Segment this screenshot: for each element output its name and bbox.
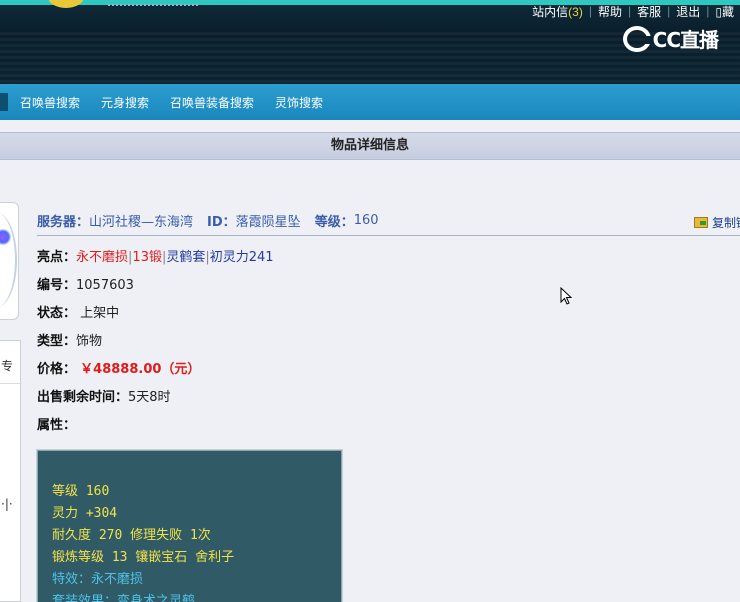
logout-link[interactable]: 退出: [670, 3, 706, 20]
nav-avatar-search[interactable]: 元身搜索: [101, 94, 149, 111]
copy-link-button[interactable]: 复制链: [693, 214, 740, 231]
level-label: 等级：: [314, 215, 354, 230]
price-label: 价格：: [37, 362, 77, 377]
left-side-panel: 专 ·|·: [0, 340, 22, 602]
search-nav: 召唤兽搜索 元身搜索 召唤兽装备搜索 灵饰搜索: [0, 84, 740, 120]
left-panel-divider: [0, 383, 22, 384]
service-link[interactable]: 客服: [631, 3, 667, 20]
type-row: 类型：饰物: [37, 330, 102, 349]
cc-live-watermark: CC直播: [622, 24, 719, 53]
nav-pet-search[interactable]: 召唤兽搜索: [20, 94, 80, 111]
attribute-line: 套装效果：变身术之灵鹤: [52, 594, 196, 602]
highlight-tag: 13锻: [132, 250, 162, 265]
nav-left-tab[interactable]: [0, 93, 8, 111]
favorite-link[interactable]: ▯藏: [709, 3, 740, 20]
help-link[interactable]: 帮助: [592, 3, 628, 20]
section-title: 物品详细信息: [0, 132, 740, 160]
attributes-row: 属性：: [37, 414, 76, 433]
site-logo-text: [108, 0, 198, 6]
item-image-card[interactable]: [0, 202, 19, 320]
left-panel-text: 专: [1, 359, 14, 373]
status-label: 状态：: [37, 306, 77, 321]
copy-folder-icon: [693, 217, 708, 228]
type-value: 饰物: [76, 334, 103, 349]
id-value: 落霞陨星坠: [235, 215, 301, 230]
status-row: 状态： 上架中: [37, 302, 119, 321]
server-info-line: 服务器： 山河社稷—东海湾 ID： 落霞陨星坠 等级： 160 复制链: [37, 206, 740, 236]
level-value: 160: [353, 213, 379, 228]
copy-link-label: 复制链: [711, 216, 740, 230]
id-label: ID：: [207, 215, 236, 230]
remaining-time-row: 出售剩余时间：5天8时: [37, 386, 171, 405]
cc-logo-icon: [622, 25, 653, 52]
attribute-line: 耐久度 270 修理失败 1次: [52, 528, 211, 543]
mouse-cursor-icon: [560, 287, 572, 305]
top-links: 站内信(3) | 帮助 | 客服 | 退出 | ▯藏: [526, 3, 740, 19]
number-value: 1057603: [76, 278, 134, 293]
remaining-time-label: 出售剩余时间：: [37, 390, 129, 405]
highlights-row: 亮点：永不磨损|13锻|灵鹤套|初灵力241: [37, 250, 274, 265]
attribute-line: 等级 160: [52, 484, 110, 499]
price-row: 价格： ￥48888.00（元）: [37, 358, 200, 377]
number-label: 编号：: [37, 278, 77, 293]
nav-pet-equipment-search[interactable]: 召唤兽装备搜索: [170, 94, 254, 111]
site-header: 站内信(3) | 帮助 | 客服 | 退出 | ▯藏 CC直播: [0, 0, 740, 84]
inbox-count: (3): [568, 4, 583, 19]
highlight-tag: 初灵力241: [209, 250, 274, 265]
status-value: 上架中: [80, 306, 120, 321]
site-logo-icon[interactable]: [48, 0, 84, 8]
server-label: 服务器：: [37, 215, 90, 230]
item-image-border: [0, 213, 17, 307]
highlights-label: 亮点：: [37, 250, 77, 265]
attributes-label: 属性：: [37, 418, 77, 433]
attributes-box: 等级 160 灵力 +304 耐久度 270 修理失败 1次 锻炼等级 13 镶…: [36, 449, 343, 602]
attribute-line: 锻炼等级 13 镶嵌宝石 舍利子: [52, 550, 235, 565]
left-panel-text-2: ·|·: [1, 497, 13, 511]
inbox-link[interactable]: 站内信(3): [526, 3, 589, 20]
attribute-line: 灵力 +304: [52, 506, 118, 521]
attribute-line: 特效：永不磨损: [52, 572, 144, 587]
cc-watermark-text: CC直播: [652, 28, 719, 52]
highlight-tag: 永不磨损: [76, 250, 129, 265]
price-value: ￥48888.00（元）: [80, 362, 201, 377]
type-label: 类型：: [37, 334, 77, 349]
remaining-time-value: 5天8时: [128, 390, 171, 405]
server-value: 山河社稷—东海湾: [89, 215, 194, 230]
highlight-tag: 灵鹤套: [166, 250, 206, 265]
number-row: 编号：1057603: [37, 274, 134, 293]
nav-ornament-search[interactable]: 灵饰搜索: [275, 94, 323, 111]
